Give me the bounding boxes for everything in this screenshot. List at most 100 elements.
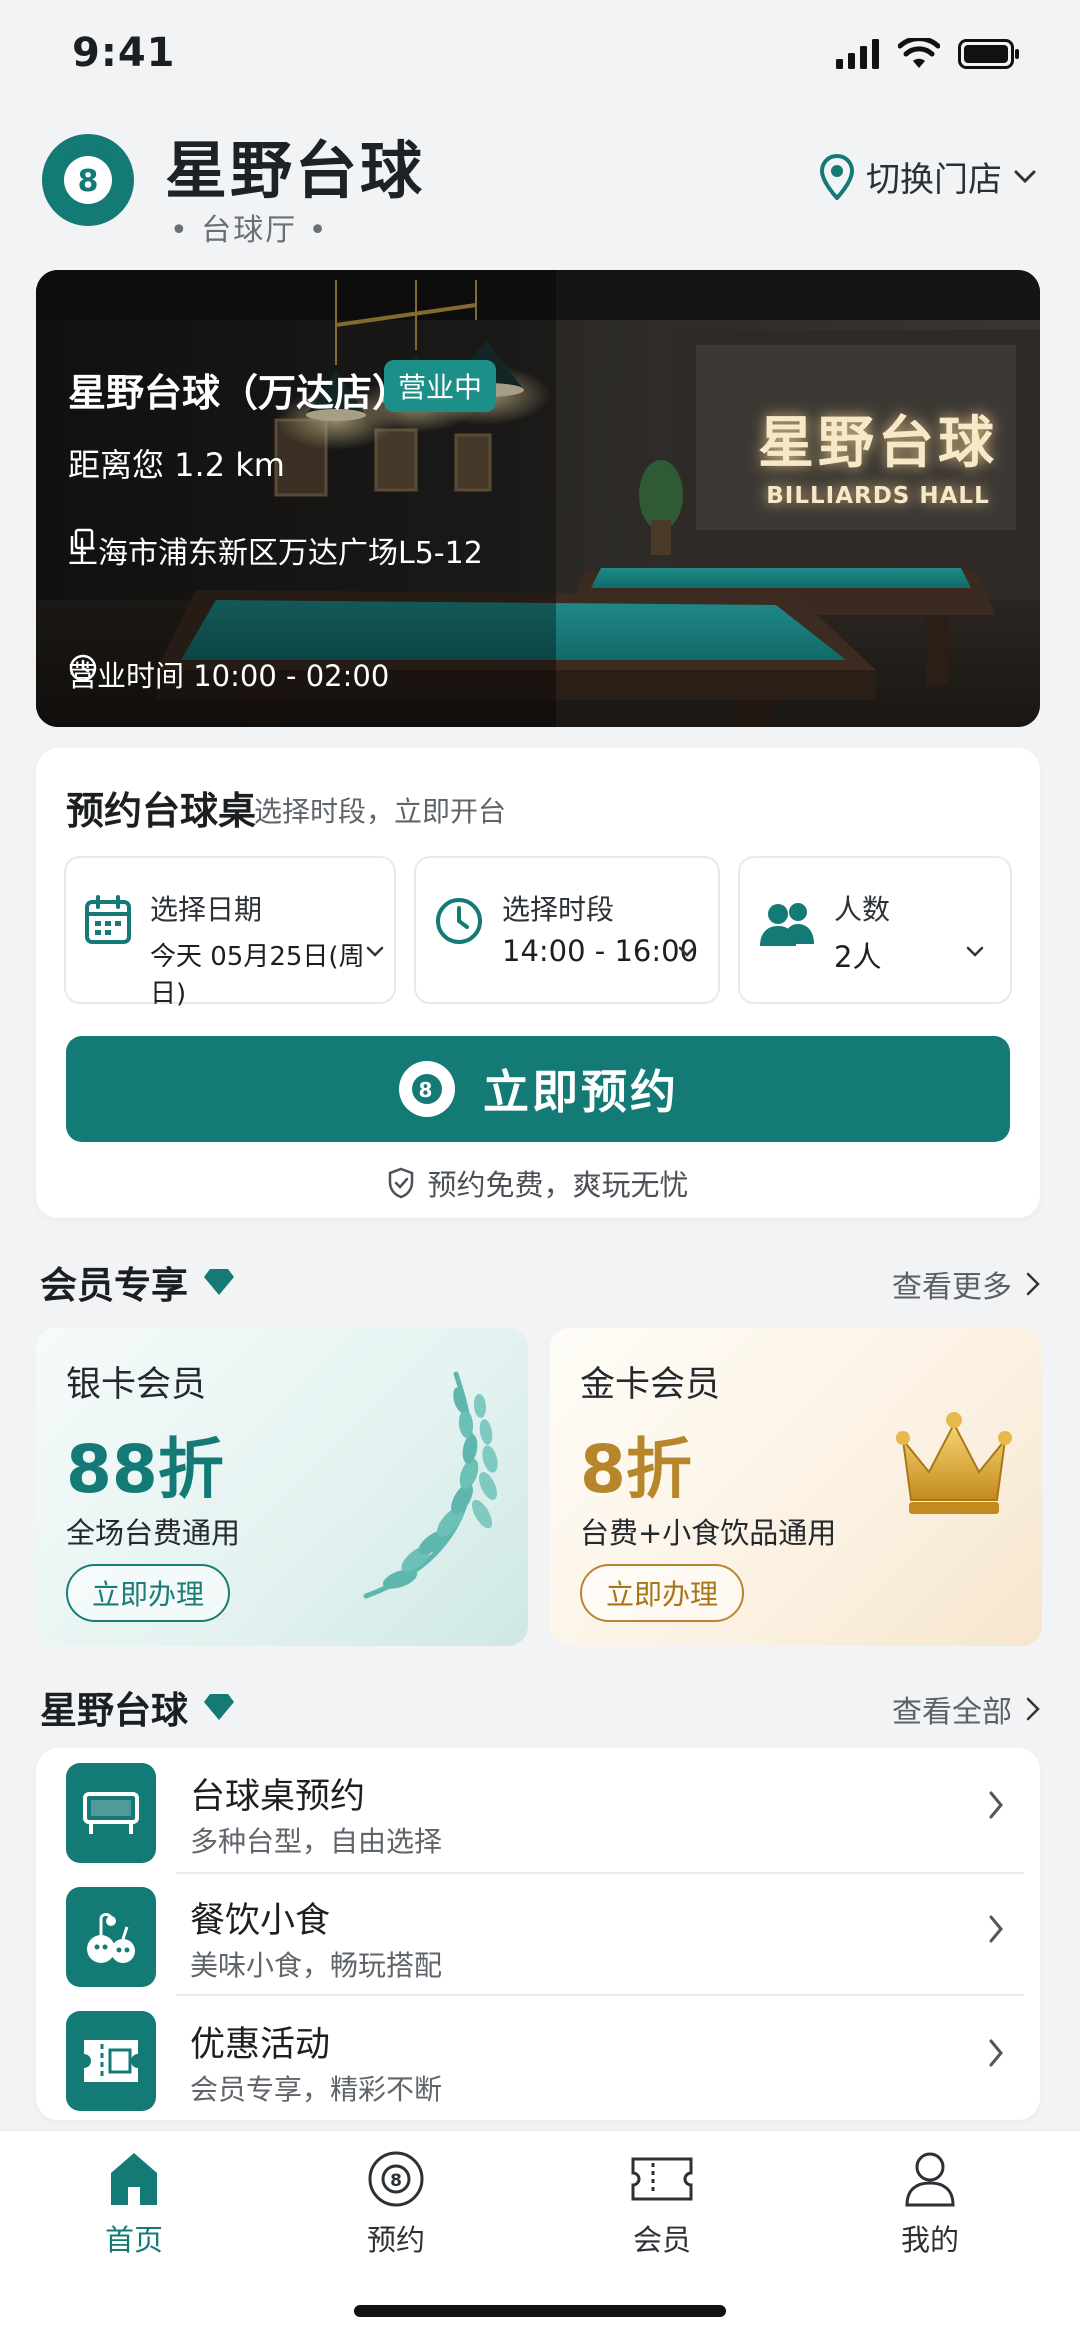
store-address-text: 上海市浦东新区万达广场L5-12 <box>68 536 483 571</box>
status-bar: 9:41 <box>0 0 1080 120</box>
services-more-label: 查看全部 <box>892 1695 1012 1730</box>
open-status-badge: 营业中 <box>384 360 497 412</box>
laurel-icon <box>363 1371 498 1599</box>
tab-home[interactable]: 首页 <box>44 2149 224 2259</box>
home-icon <box>111 2153 157 2205</box>
tab-booking[interactable]: 8 预约 <box>306 2149 486 2259</box>
book-now-button[interactable]: 8 立即预约 <box>66 1036 1010 1142</box>
service-subtitle: 会员专享，精彩不断 <box>190 2073 443 2106</box>
silver-card-name: 银卡会员 <box>66 1365 207 1405</box>
date-label: 选择日期 <box>150 893 263 926</box>
gold-card-name: 金卡会员 <box>580 1365 721 1405</box>
booking-title: 预约台球桌 <box>66 789 257 833</box>
service-item-table-booking[interactable]: 台球桌预约 多种台型，自由选择 <box>36 1748 1040 1868</box>
silver-member-card[interactable]: 银卡会员 88折 全场台费通用 立即办理 <box>36 1328 528 1646</box>
booking-note: 预约免费，爽玩无忧 <box>36 1162 1040 1204</box>
gold-card-desc: 台费+小食饮品通用 <box>580 1516 837 1550</box>
time-label: 选择时段 <box>502 893 615 926</box>
service-item-food[interactable]: 餐饮小食 美味小食，畅玩搭配 <box>36 1872 1040 1992</box>
wifi-icon <box>898 38 940 68</box>
brand-subtitle: • 台球厅 • <box>170 213 329 248</box>
gold-apply-button[interactable]: 立即办理 <box>580 1564 744 1622</box>
hall-sign-en: BILLIARDS HALL <box>766 483 990 509</box>
tab-profile[interactable]: 我的 <box>840 2149 1020 2259</box>
tab-member[interactable]: 会员 <box>572 2149 752 2259</box>
diamond-icon <box>204 1269 234 1295</box>
service-subtitle: 美味小食，畅玩搭配 <box>190 1949 443 1982</box>
copy-icon[interactable] <box>68 528 94 556</box>
services-section-title: 星野台球 <box>40 1680 236 1734</box>
people-picker[interactable]: 人数 2人 <box>738 856 1012 1004</box>
booking-note-text: 预约免费，爽玩无忧 <box>427 1168 689 1202</box>
diamond-icon <box>204 1694 234 1720</box>
store-hours: 营业时间 10:00 - 02:00 <box>68 653 389 695</box>
chevron-right-icon <box>989 2039 1003 2067</box>
billiard-table-icon <box>66 1763 156 1863</box>
membership-title-text: 会员专享 <box>40 1264 188 1307</box>
booking-subtitle: 选择时段，立即开台 <box>254 795 507 828</box>
store-name: 星野台球（万达店） <box>68 371 411 415</box>
services-list: 台球桌预约 多种台型，自由选择 餐饮小食 美味小食，畅玩搭配 优惠活动 会员专享… <box>36 1748 1040 2120</box>
battery-icon <box>958 39 1019 69</box>
service-title: 台球桌预约 <box>190 1777 366 1817</box>
shield-check-icon <box>389 1167 414 1199</box>
people-value: 2人 <box>834 940 882 974</box>
gold-card-discount: 8折 <box>580 1431 692 1508</box>
billiard-ball-icon: 8 <box>399 1061 455 1117</box>
switch-store-button[interactable]: 切换门店 <box>820 152 1036 201</box>
silver-card-discount: 88折 <box>66 1431 224 1508</box>
chevron-down-icon <box>1014 170 1036 183</box>
hall-sign-cn: 星野台球 <box>758 411 998 476</box>
calendar-icon <box>85 895 131 944</box>
user-icon <box>905 2152 955 2207</box>
signal-icon <box>836 39 879 69</box>
tab-home-label: 首页 <box>104 2223 163 2257</box>
membership-section-title: 会员专享 <box>40 1255 236 1309</box>
time-value: 14:00 - 16:00 <box>502 934 699 968</box>
service-item-promotions[interactable]: 优惠活动 会员专享，精彩不断 <box>36 1996 1040 2116</box>
membership-more-link[interactable]: 查看更多 <box>892 1262 1040 1306</box>
gold-member-card[interactable]: 金卡会员 8折 台费+小食饮品通用 立即办理 <box>550 1328 1042 1646</box>
chevron-right-icon <box>1026 1697 1040 1721</box>
clock-icon <box>69 654 97 682</box>
chevron-right-icon <box>989 1915 1003 1943</box>
food-icon <box>66 1887 156 1987</box>
services-more-link[interactable]: 查看全部 <box>892 1687 1040 1731</box>
chevron-down-icon <box>966 946 984 957</box>
tab-profile-label: 我的 <box>900 2223 959 2257</box>
billiard-ball-icon: 8 <box>368 2151 424 2207</box>
users-icon <box>760 903 814 946</box>
status-icons <box>836 38 1020 70</box>
booking-card: 预约台球桌 选择时段，立即开台 选择日期 今天 05月25日(周日) 选择时段 … <box>36 748 1040 1218</box>
silver-card-desc: 全场台费通用 <box>66 1516 241 1550</box>
logo: 8 <box>40 120 136 236</box>
location-pin-icon <box>820 153 854 200</box>
brand-name: 星野台球 <box>165 134 426 207</box>
clock-icon <box>436 898 482 944</box>
services-title-text: 星野台球 <box>40 1689 188 1732</box>
hall-sign: 星野台球 BILLIARDS HALL <box>758 398 998 509</box>
store-address: 上海市浦东新区万达广场L5-12 <box>68 528 483 572</box>
tab-member-label: 会员 <box>632 2223 691 2257</box>
chevron-down-icon <box>678 946 696 957</box>
chevron-down-icon <box>366 946 384 957</box>
store-distance: 距离您 1.2 km <box>68 446 285 484</box>
ticket-icon <box>66 2011 156 2111</box>
home-indicator <box>354 2305 726 2317</box>
status-time: 9:41 <box>72 30 176 76</box>
membership-more-label: 查看更多 <box>892 1270 1012 1305</box>
service-subtitle: 多种台型，自由选择 <box>190 1825 443 1858</box>
book-now-label: 立即预约 <box>483 1065 679 1119</box>
svg-text:8: 8 <box>390 2171 402 2191</box>
service-title: 餐饮小食 <box>190 1901 331 1941</box>
tab-booking-label: 预约 <box>366 2223 425 2257</box>
crown-icon <box>896 1412 1012 1514</box>
date-picker[interactable]: 选择日期 今天 05月25日(周日) <box>64 856 396 1009</box>
people-label: 人数 <box>834 893 891 926</box>
silver-apply-button[interactable]: 立即办理 <box>66 1564 230 1622</box>
time-slot-picker[interactable]: 选择时段 14:00 - 16:00 <box>414 856 720 1004</box>
svg-text:8: 8 <box>78 164 99 199</box>
date-value: 今天 05月25日(周日) <box>150 942 365 1009</box>
switch-store-label: 切换门店 <box>866 160 1002 200</box>
store-hero-banner[interactable]: 星野台球（万达店） 营业中 距离您 1.2 km 上海市浦东新区万达广场L5-1… <box>36 270 1040 727</box>
